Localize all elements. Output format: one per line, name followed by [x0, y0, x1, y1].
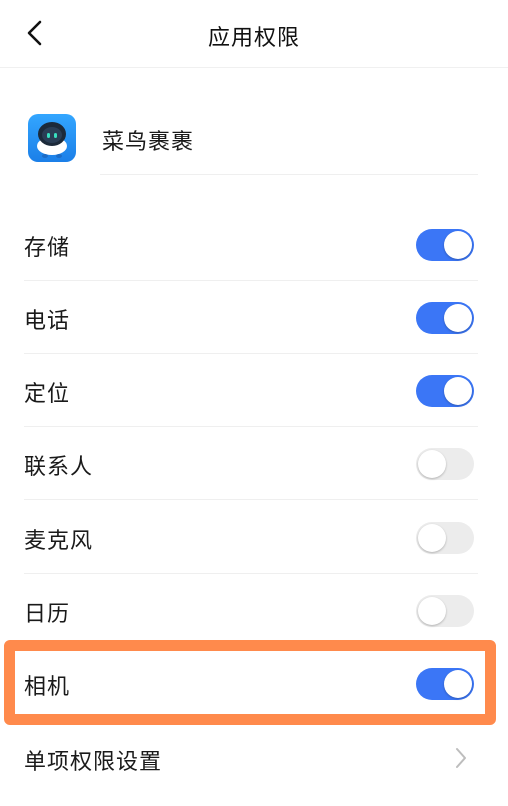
- phone-toggle[interactable]: [416, 302, 474, 334]
- permission-label: 联系人: [24, 455, 94, 480]
- app-name: 菜鸟裹裹: [102, 130, 195, 155]
- permission-row-contacts[interactable]: 联系人: [0, 427, 508, 500]
- cainiao-robot-icon: [28, 114, 76, 162]
- permission-row-microphone[interactable]: 麦克风: [0, 501, 508, 574]
- single-permission-settings-row[interactable]: 单项权限设置: [0, 722, 508, 795]
- divider: [100, 174, 478, 175]
- storage-toggle[interactable]: [416, 229, 474, 261]
- toggle-knob: [418, 597, 446, 625]
- permission-row-location[interactable]: 定位: [0, 354, 508, 427]
- contacts-toggle[interactable]: [416, 448, 474, 480]
- permission-label: 麦克风: [24, 529, 94, 554]
- toggle-knob: [444, 304, 472, 332]
- permission-row-storage[interactable]: 存储: [0, 208, 508, 281]
- permission-row-phone[interactable]: 电话: [0, 281, 508, 354]
- single-permission-settings-label: 单项权限设置: [24, 750, 163, 775]
- permission-label: 存储: [24, 236, 71, 261]
- toggle-knob: [444, 231, 472, 259]
- app-info: 菜鸟裹裹: [0, 108, 508, 175]
- permission-row-camera[interactable]: 相机: [0, 647, 508, 720]
- page-title: 应用权限: [207, 26, 300, 51]
- permission-label: 电话: [24, 309, 71, 334]
- top-bar: 应用权限: [0, 0, 508, 68]
- microphone-toggle[interactable]: [416, 522, 474, 554]
- toggle-knob: [444, 377, 472, 405]
- toggle-knob: [418, 450, 446, 478]
- permission-label: 日历: [24, 602, 71, 627]
- permission-label: 相机: [24, 675, 71, 700]
- divider: [24, 499, 478, 500]
- toggle-knob: [444, 670, 472, 698]
- permission-row-calendar[interactable]: 日历: [0, 574, 508, 647]
- toggle-knob: [418, 524, 446, 552]
- location-toggle[interactable]: [416, 375, 474, 407]
- calendar-toggle[interactable]: [416, 595, 474, 627]
- permission-label: 定位: [24, 382, 71, 407]
- chevron-right-icon: [456, 748, 466, 768]
- camera-toggle[interactable]: [416, 668, 474, 700]
